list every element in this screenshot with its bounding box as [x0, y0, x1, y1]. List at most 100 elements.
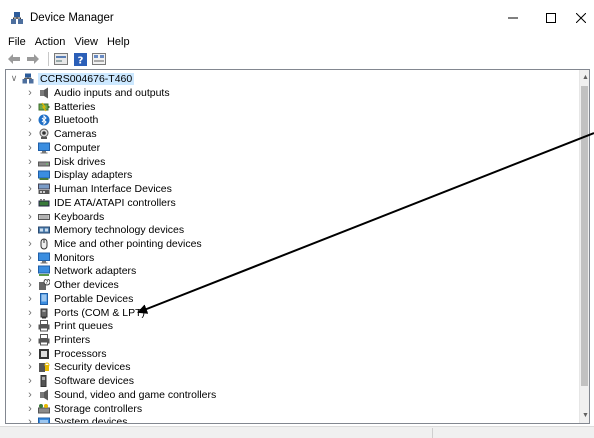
back-icon [8, 54, 20, 64]
scan-button[interactable] [91, 51, 107, 67]
maximize-icon [546, 13, 556, 23]
menu-help[interactable]: Help [107, 36, 130, 48]
tree-root[interactable]: ∨ CCRS004676-T460 [9, 72, 135, 86]
chevron-right-icon[interactable]: › [25, 389, 35, 401]
chevron-right-icon[interactable]: › [25, 334, 35, 346]
chevron-right-icon[interactable]: › [25, 142, 35, 154]
tree-category-label: Ports (COM & LPT) [54, 306, 146, 319]
device-manager-icon [10, 11, 24, 25]
tree-category-item[interactable]: › Display adapters [25, 169, 132, 183]
chevron-right-icon[interactable]: › [25, 87, 35, 99]
tree-category-item[interactable]: › Print queues [25, 319, 113, 333]
window-title: Device Manager [30, 12, 114, 24]
tree-category-item[interactable]: › Human Interface Devices [25, 182, 172, 196]
device-tree-pane[interactable]: ∨ CCRS004676-T460 › Audio inputs and outp… [5, 69, 590, 424]
tree-category-item[interactable]: › Batteries [25, 100, 95, 114]
chevron-right-icon[interactable]: › [25, 416, 35, 423]
chevron-down-icon[interactable]: ∨ [9, 73, 19, 84]
chevron-right-icon[interactable]: › [25, 169, 35, 181]
chevron-right-icon[interactable]: › [25, 114, 35, 126]
keyboard-icon [38, 211, 50, 223]
scroll-down-icon[interactable]: ▼ [582, 412, 589, 419]
vertical-scrollbar[interactable]: ▲ ▼ [579, 70, 589, 423]
disk-icon [38, 156, 50, 168]
tree-category-item[interactable]: ›? Other devices [25, 278, 119, 292]
tree-category-item[interactable]: › Software devices [25, 374, 134, 388]
tree-category-item[interactable]: › Bluetooth [25, 114, 98, 128]
minimize-icon [508, 17, 518, 19]
menu-file[interactable]: File [8, 36, 26, 48]
tree-category-item[interactable]: › Monitors [25, 251, 94, 265]
tree-category-label: Software devices [54, 375, 134, 388]
tree-category-item[interactable]: › Printers [25, 333, 90, 347]
chevron-right-icon[interactable]: › [25, 197, 35, 209]
tree-category-label: Keyboards [54, 210, 105, 223]
tree-category-item[interactable]: › Network adapters [25, 265, 136, 279]
chevron-right-icon[interactable]: › [25, 348, 35, 360]
tree-category-label: Computer [54, 141, 101, 154]
chevron-right-icon[interactable]: › [25, 361, 35, 373]
chevron-right-icon[interactable]: › [25, 211, 35, 223]
chevron-right-icon[interactable]: › [25, 238, 35, 250]
tree-category-item[interactable]: › Security devices [25, 361, 130, 375]
tree-category-item[interactable]: › Keyboards [25, 210, 104, 224]
tree-category-label: System devices [54, 416, 128, 424]
system-icon [38, 416, 50, 423]
scan-icon [92, 53, 106, 65]
tree-category-label: Disk drives [54, 155, 106, 168]
mouse-icon [38, 238, 50, 250]
back-button[interactable] [6, 51, 22, 67]
tree-category-item[interactable]: › Audio inputs and outputs [25, 86, 169, 100]
tree-category-label: Cameras [54, 128, 97, 141]
chevron-right-icon[interactable]: › [25, 128, 35, 140]
close-icon [576, 13, 586, 23]
chevron-right-icon[interactable]: › [25, 403, 35, 415]
tree-category-item[interactable]: › Disk drives [25, 155, 105, 169]
menu-bar: File Action View Help [0, 34, 594, 50]
tree-category-item[interactable]: › Processors [25, 347, 107, 361]
menu-action[interactable]: Action [35, 36, 66, 48]
tree-category-item[interactable]: › Sound, video and game controllers [25, 388, 216, 402]
tree-category-item[interactable]: › Cameras [25, 127, 97, 141]
chevron-right-icon[interactable]: › [25, 252, 35, 264]
chevron-right-icon[interactable]: › [25, 156, 35, 168]
tree-category-item[interactable]: › Computer [25, 141, 100, 155]
chevron-right-icon[interactable]: › [25, 224, 35, 236]
tree-category-item[interactable]: › Mice and other pointing devices [25, 237, 202, 251]
help-button[interactable]: ? [72, 51, 88, 67]
chevron-right-icon[interactable]: › [25, 320, 35, 332]
svg-text:?: ? [46, 280, 49, 286]
chevron-right-icon[interactable]: › [25, 375, 35, 387]
svg-text:?: ? [77, 55, 83, 66]
tree-category-item[interactable]: › Portable Devices [25, 292, 133, 306]
close-button[interactable] [566, 6, 594, 30]
ide-controller-icon [38, 197, 50, 209]
menu-view[interactable]: View [74, 36, 98, 48]
tree-category-label: Network adapters [54, 265, 137, 278]
forward-button[interactable] [25, 51, 41, 67]
tree-category-label: IDE ATA/ATAPI controllers [54, 196, 176, 209]
tree-category-item[interactable]: › System devices [25, 415, 128, 424]
tree-category-item[interactable]: › Memory technology devices [25, 223, 184, 237]
chevron-right-icon[interactable]: › [25, 183, 35, 195]
scroll-up-icon[interactable]: ▲ [582, 74, 589, 81]
chevron-right-icon[interactable]: › [25, 101, 35, 113]
tree-category-item[interactable]: › Ports (COM & LPT) [25, 306, 145, 320]
properties-button[interactable] [53, 51, 69, 67]
chevron-right-icon[interactable]: › [25, 293, 35, 305]
scroll-thumb[interactable] [581, 86, 588, 386]
printer-icon [38, 334, 50, 346]
tree-category-label: Processors [54, 347, 107, 360]
camera-icon [38, 128, 50, 140]
tree-category-label: Security devices [54, 361, 131, 374]
memory-icon [38, 224, 50, 236]
tree-category-label: Mice and other pointing devices [54, 237, 202, 250]
maximize-button[interactable] [536, 6, 566, 30]
chevron-right-icon[interactable]: › [25, 279, 35, 291]
battery-icon [38, 101, 50, 113]
minimize-button[interactable] [498, 6, 528, 30]
tree-category-item[interactable]: › Storage controllers [25, 402, 142, 416]
chevron-right-icon[interactable]: › [25, 307, 35, 319]
tree-category-item[interactable]: › IDE ATA/ATAPI controllers [25, 196, 176, 210]
chevron-right-icon[interactable]: › [25, 265, 35, 277]
